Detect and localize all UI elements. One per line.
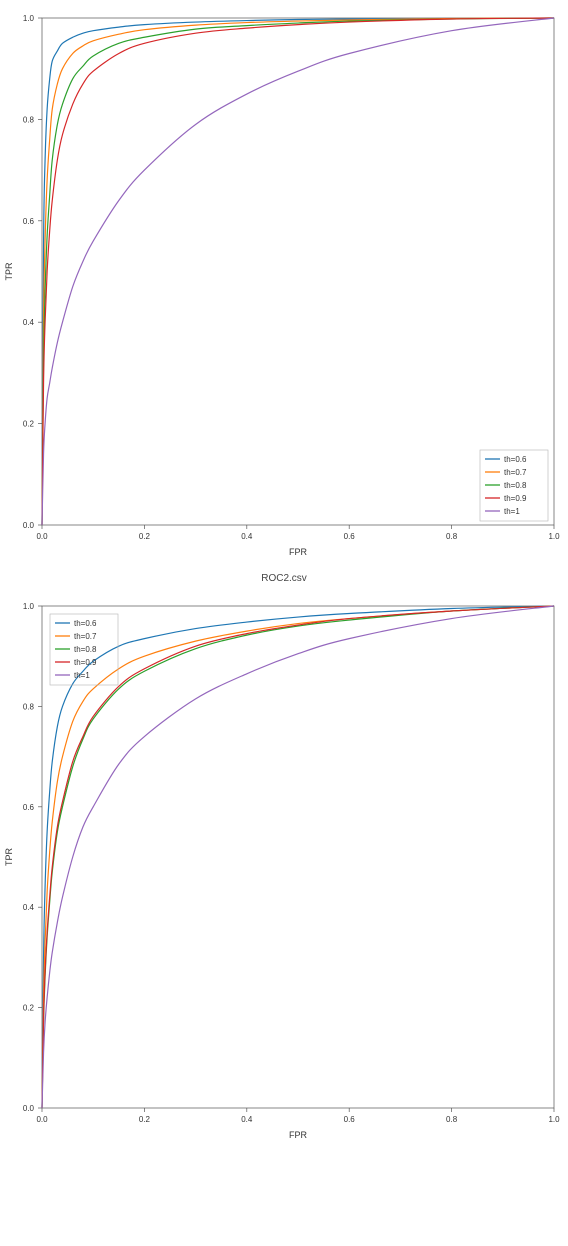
x-tick-label: 1.0 [548, 532, 560, 541]
plot-border [42, 606, 554, 1108]
roc-chart-2: ROC2.csv 0.00.20.40.60.81.00.00.20.40.60… [0, 565, 568, 1148]
x-tick-label: 0.0 [36, 1115, 48, 1124]
x-tick-label: 0.2 [139, 532, 151, 541]
x-tick-label: 0.8 [446, 532, 458, 541]
roc-chart-2-svg: 0.0 0.2 0.4 0.6 0.8 1.0 0.0 0.2 0.4 0.6 0.8 1.0 FPR T… [0, 588, 568, 1148]
y-tick-label: 0.2 [23, 420, 35, 429]
y-tick-label: 0.6 [23, 217, 35, 226]
legend-label: th=0.6 [74, 619, 97, 628]
y-tick-label: 0.6 [23, 803, 35, 812]
x-tick-label: 0.2 [139, 1115, 151, 1124]
x-axis-label: FPR [289, 547, 308, 557]
legend-label: th=0.7 [74, 632, 97, 641]
legend-label: th=0.8 [74, 645, 97, 654]
roc-curve [42, 18, 554, 525]
legend-label: th=1 [74, 671, 90, 680]
roc-curve [42, 18, 554, 525]
legend-label: th=0.9 [74, 658, 97, 667]
roc-curve [42, 606, 554, 1108]
roc-chart-1: 0.0 0.2 0.4 0.6 0.8 1.0 0.0 0.2 0.4 0.6 0.8 1.0 FPR T… [0, 0, 568, 565]
x-tick-label: 0.6 [344, 1115, 356, 1124]
x-tick-label: 0.4 [241, 532, 253, 541]
legend-label: th=1 [504, 507, 520, 516]
y-tick-label: 0.0 [23, 521, 35, 530]
legend-label: th=0.8 [504, 481, 527, 490]
y-tick-label: 0.8 [23, 115, 35, 124]
plot-border [42, 18, 554, 525]
y-tick-label: 0.4 [23, 903, 35, 912]
y-tick-label: 1.0 [23, 14, 35, 23]
legend-label: th=0.7 [504, 468, 527, 477]
x-axis-label: FPR [289, 1130, 308, 1140]
roc-curve [42, 18, 554, 525]
legend-label: th=0.9 [504, 494, 527, 503]
roc-curve [42, 18, 554, 525]
y-tick-label: 0.2 [23, 1004, 35, 1013]
chart-2-title: ROC2.csv [0, 565, 568, 588]
roc-curve [42, 606, 554, 1108]
y-tick-label: 0.8 [23, 702, 35, 711]
y-tick-label: 0.4 [23, 318, 35, 327]
x-tick-label: 0.4 [241, 1115, 253, 1124]
y-axis-label: TPR [4, 262, 14, 281]
x-tick-label: 0.6 [344, 532, 356, 541]
roc-curve [42, 18, 554, 525]
roc-chart-1-svg: 0.0 0.2 0.4 0.6 0.8 1.0 0.0 0.2 0.4 0.6 0.8 1.0 FPR T… [0, 0, 568, 565]
y-tick-label: 1.0 [23, 602, 35, 611]
x-tick-label: 0.0 [36, 532, 48, 541]
x-tick-label: 0.8 [446, 1115, 458, 1124]
roc-curve [42, 606, 554, 1108]
y-tick-label: 0.0 [23, 1104, 35, 1113]
x-tick-label: 1.0 [548, 1115, 560, 1124]
legend-label: th=0.6 [504, 455, 527, 464]
roc-curve [42, 606, 554, 1108]
roc-curve [42, 606, 554, 1108]
y-axis-label: TPR [4, 847, 14, 866]
